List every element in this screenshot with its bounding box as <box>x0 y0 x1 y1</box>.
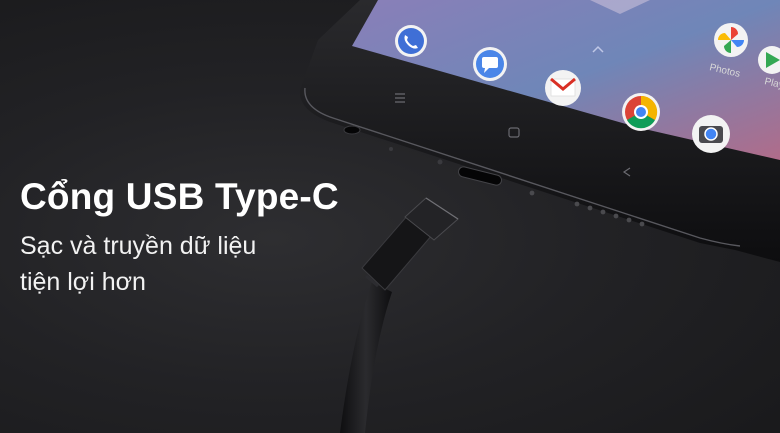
usb-c-cable <box>340 197 459 433</box>
camera-app-icon <box>692 115 730 153</box>
phone-app-icon <box>395 25 427 57</box>
messages-app-icon <box>473 47 507 81</box>
product-banner: Photos Play Store <box>0 0 780 433</box>
headphone-jack <box>343 125 361 135</box>
chrome-app-icon <box>622 93 660 131</box>
subline-2: tiện lợi hơn <box>20 268 146 296</box>
subline-1: Sạc và truyền dữ liệu <box>20 232 257 260</box>
photos-app-icon <box>714 23 748 57</box>
gmail-app-icon <box>545 70 581 106</box>
microphone-hole <box>389 147 393 151</box>
phone: Photos Play Store <box>299 0 780 262</box>
headline: Cổng USB Type-C <box>20 176 339 217</box>
cable-wire <box>340 282 392 433</box>
speaker-grille <box>574 201 580 207</box>
